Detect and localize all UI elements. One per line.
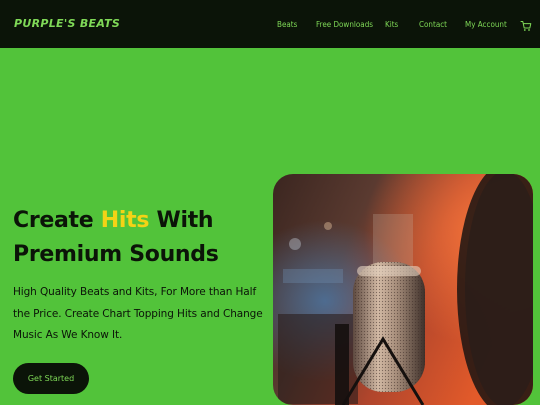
shopping-cart-icon[interactable] xyxy=(520,17,532,31)
nav-link-kits[interactable]: Kits xyxy=(385,20,398,29)
hero-subtitle: High Quality Beats and Kits, For More th… xyxy=(13,286,263,341)
main-nav: Beats Free Downloads Kits Contact My Acc… xyxy=(0,20,540,32)
get-started-button[interactable]: Get Started xyxy=(13,363,89,394)
nav-link-free-downloads[interactable]: Free Downloads xyxy=(316,20,373,29)
studio-microphone-image xyxy=(273,174,533,405)
nav-link-beats[interactable]: Beats xyxy=(277,20,297,29)
hero-title-after: With xyxy=(149,208,214,233)
hero-title-highlight: Hits xyxy=(100,208,150,233)
hero-title: Create Hits With Premium Sounds xyxy=(13,204,219,272)
hero-title-line2: Premium Sounds xyxy=(13,242,219,267)
site-header: PURPLE'S BEATS Beats Free Downloads Kits… xyxy=(0,0,540,48)
hero-title-before: Create xyxy=(13,208,101,233)
nav-link-contact[interactable]: Contact xyxy=(419,20,447,29)
nav-link-my-account[interactable]: My Account xyxy=(465,20,507,29)
